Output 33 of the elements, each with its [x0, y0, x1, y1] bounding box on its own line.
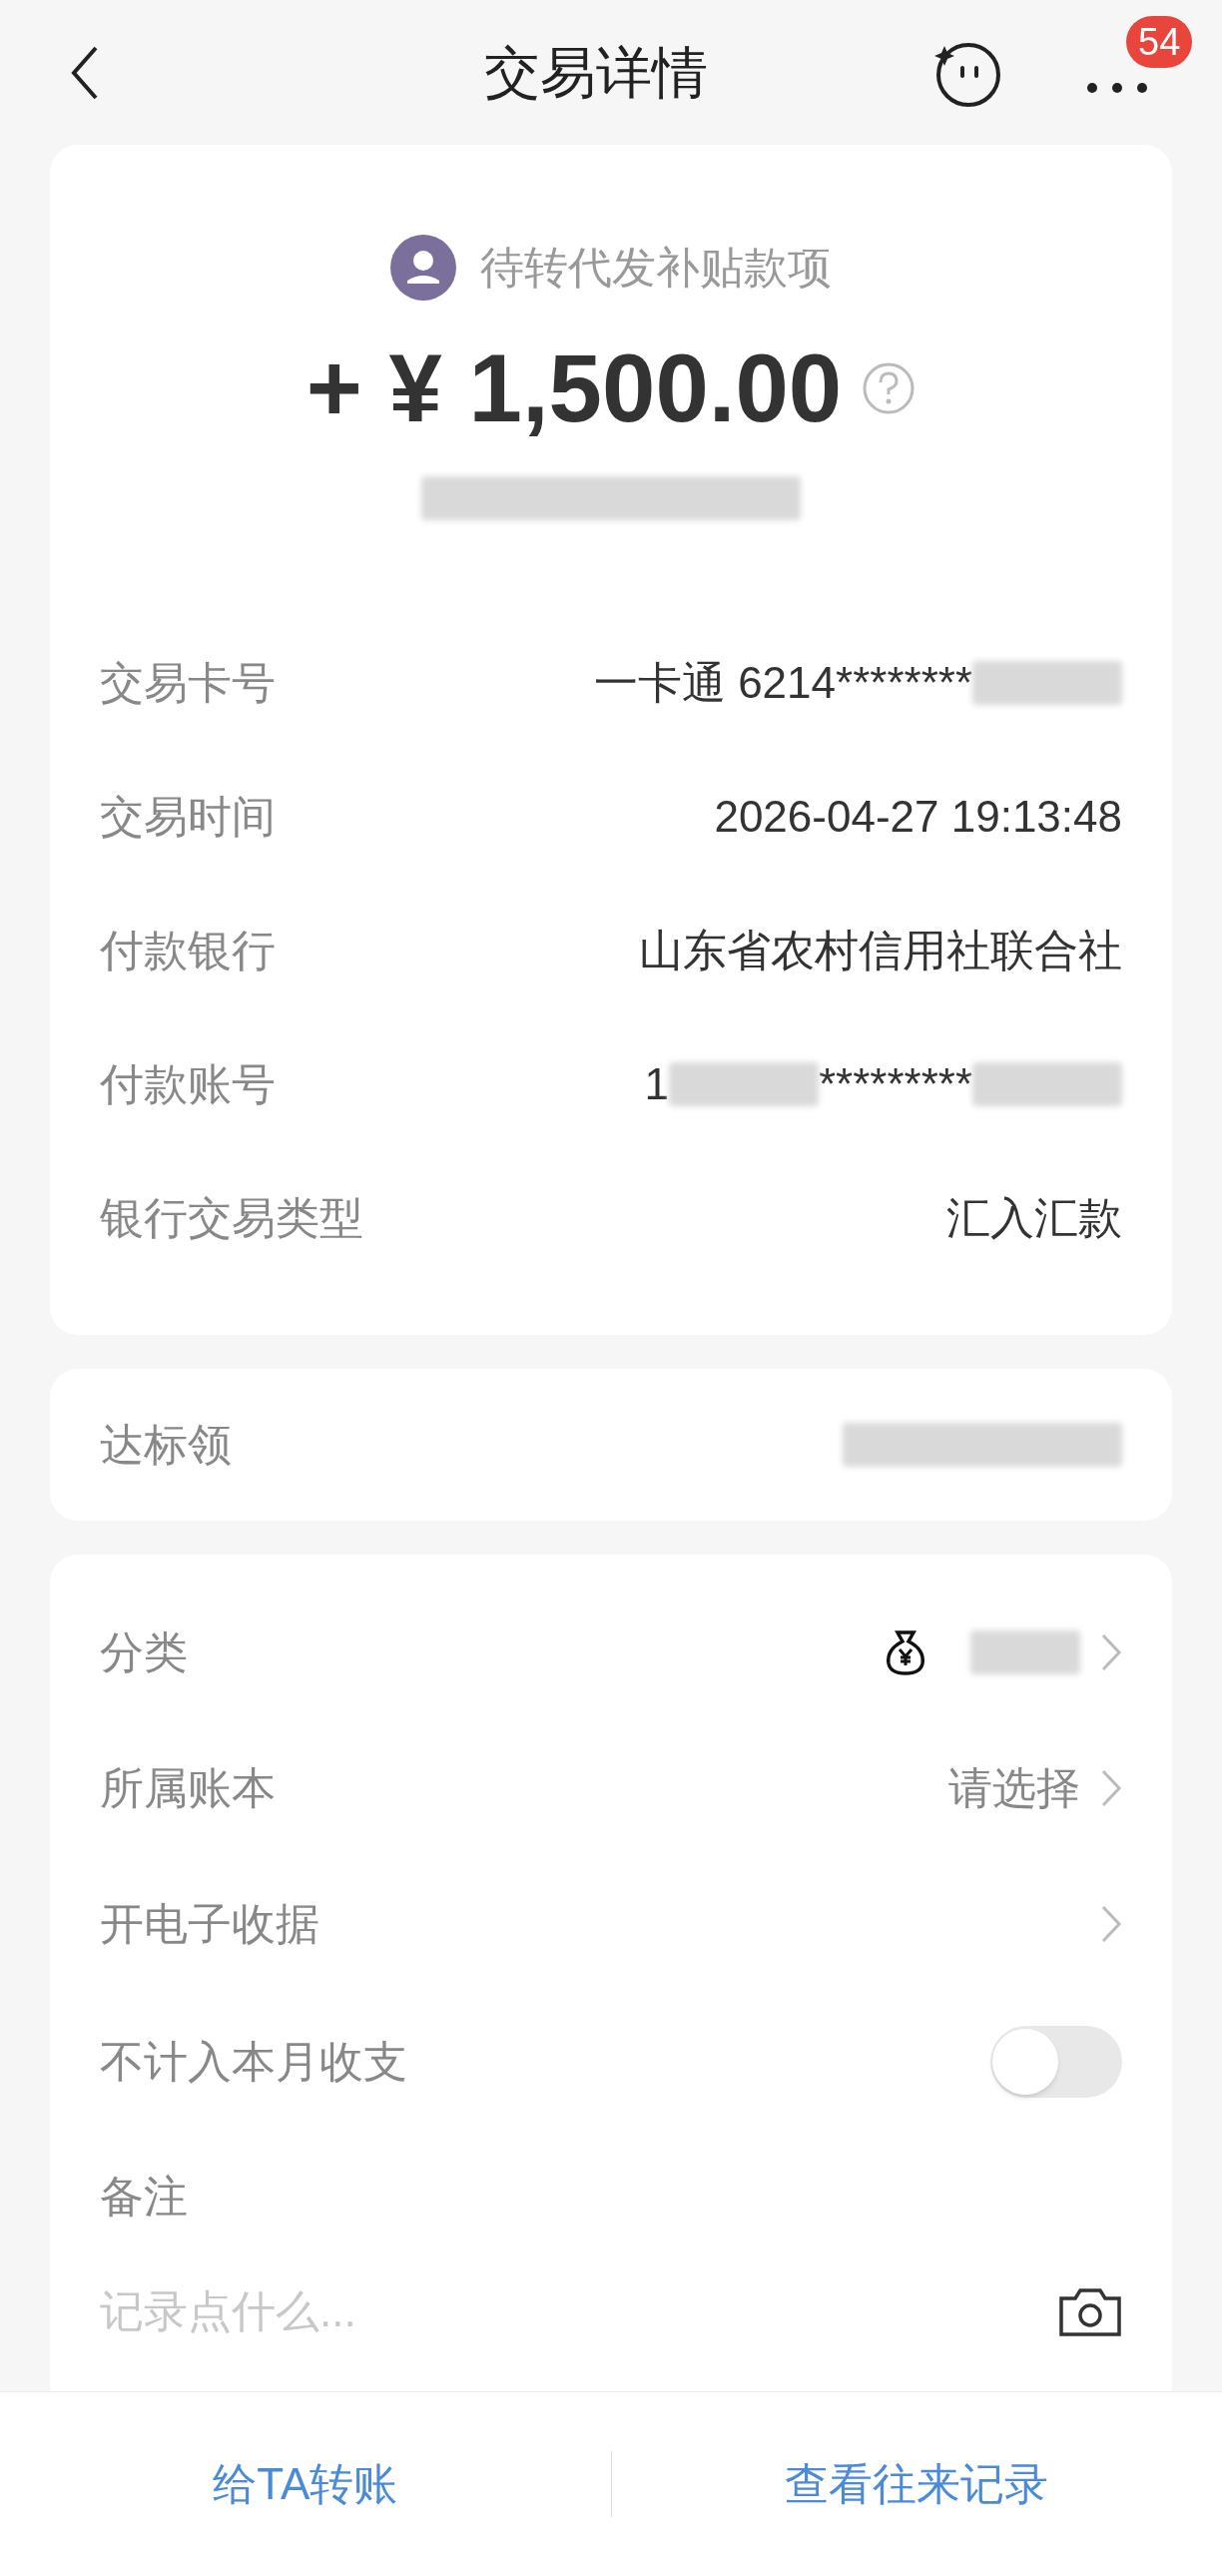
toggle-knob	[992, 2029, 1058, 2095]
detail-value: 1	[644, 1058, 669, 1110]
page-title: 交易详情	[484, 39, 708, 106]
action-button[interactable]: 给TA转账	[213, 2451, 398, 2517]
setting-label: 分类	[100, 1626, 188, 1678]
setting-label: 开电子收据	[100, 1898, 319, 1950]
action-button[interactable]: 查看往来记录	[785, 2451, 1049, 2517]
amount: + ¥ 1,500.00	[306, 340, 843, 436]
setting-label: 所属账本	[100, 1762, 276, 1814]
chevron-right-icon	[1100, 1768, 1122, 1808]
chevron-right-icon	[1100, 1632, 1122, 1672]
payee-name: 待转代发补贴款项	[480, 242, 832, 294]
detail-value: *********	[818, 1058, 972, 1110]
setting-label: 不计入本月收支	[100, 2036, 407, 2088]
setting-value: 请选择	[948, 1762, 1080, 1814]
detail-label: 付款账号	[100, 1058, 276, 1110]
detail-value: 2026-04-27 19:13:48	[714, 791, 1122, 843]
detail-label: 交易卡号	[100, 657, 276, 709]
detail-label: 达标领	[100, 1419, 232, 1471]
detail-value: 汇入汇款	[946, 1192, 1122, 1244]
detail-label: 交易时间	[100, 791, 276, 843]
help-icon	[862, 361, 916, 415]
setting-row[interactable]: 所属账本 请选择	[50, 1720, 1172, 1856]
notification-badge: 54	[1126, 15, 1193, 68]
back-icon	[70, 44, 100, 101]
detail-label: 银行交易类型	[100, 1192, 363, 1244]
setting-row[interactable]: 开电子收据	[50, 1856, 1172, 1992]
detail-value: 山东省农村信用社联合社	[639, 925, 1122, 976]
chevron-right-icon	[1100, 1904, 1122, 1944]
detail-label: 付款银行	[100, 925, 276, 976]
detail-value: 一卡通 6214********	[593, 657, 972, 709]
avatar-icon	[390, 235, 456, 301]
setting-label: 备注	[100, 2171, 188, 2223]
